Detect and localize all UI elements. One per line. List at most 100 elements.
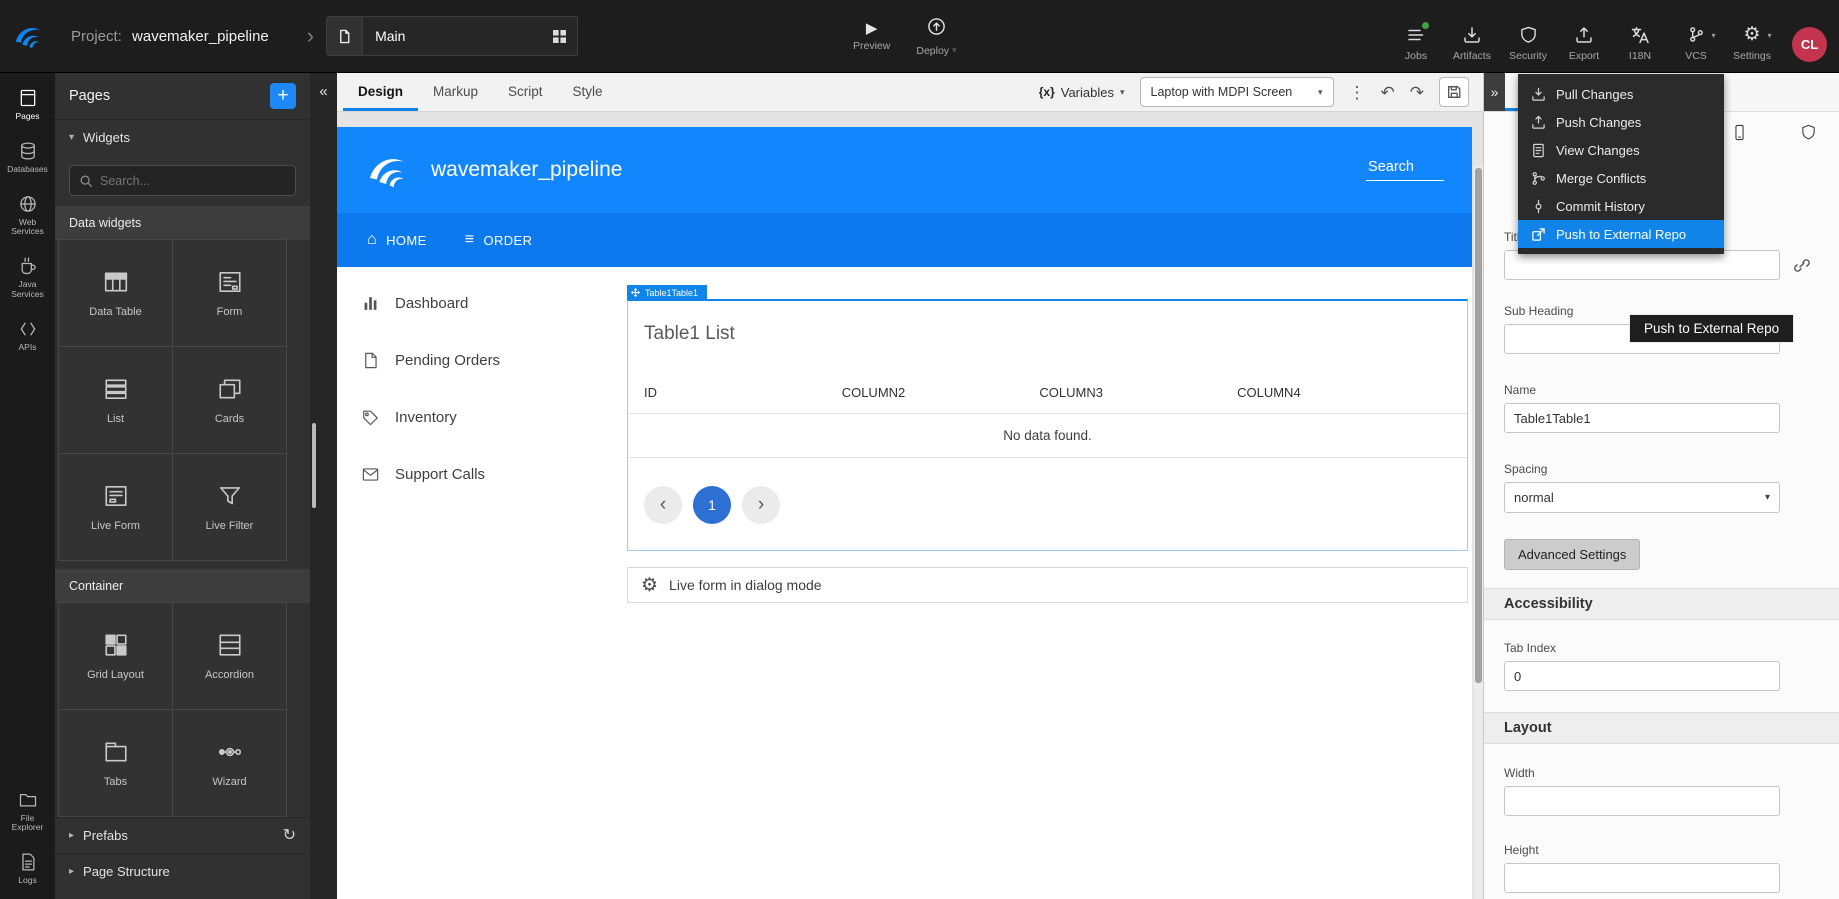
design-surface[interactable]: wavemaker_pipeline Search ⌂ HOME ≡ ORDER [337,127,1472,899]
next-page-button[interactable]: › [742,486,780,524]
selected-widget-name: Table1Table1 [645,288,698,298]
list-icon [103,376,129,402]
title-input[interactable] [1504,250,1780,280]
widget-accordion[interactable]: Accordion [172,602,287,710]
column-header[interactable]: ID [644,385,842,400]
shield-icon[interactable] [1800,124,1817,141]
variables-button[interactable]: {x} Variables ▾ [1039,85,1125,100]
canvas-scrollbar-thumb[interactable] [1475,168,1482,683]
more-options-button[interactable]: ⋮ [1349,84,1366,101]
spacing-select[interactable]: normal ▾ [1504,482,1780,513]
rail-item-file-explorer[interactable]: File Explorer [0,785,55,839]
grid-layout-icon [103,632,129,658]
widget-data-table[interactable]: Data Table [58,239,173,347]
rail-item-web-services[interactable]: Web Services [0,189,55,243]
app-side-nav: Dashboard Pending Orders I [337,267,600,603]
widget-tabs[interactable]: Tabs [58,709,173,817]
widget-wizard[interactable]: Wizard [172,709,287,817]
canvas-scrollbar[interactable] [1474,166,1483,899]
prefabs-accordion[interactable]: ▸ Prefabs ↻ [55,817,310,853]
menu-commit-history[interactable]: Commit History [1518,192,1724,220]
menu-push-changes[interactable]: Push Changes [1518,108,1724,136]
widgets-accordion[interactable]: ▾ Widgets [55,119,310,155]
tab-design[interactable]: Design [343,73,418,111]
i18n-button[interactable]: I18N [1614,25,1666,62]
device-select[interactable]: Laptop with MDPI Screen ▾ [1140,77,1334,107]
nav-order[interactable]: ≡ ORDER [465,232,533,248]
left-panel-scrollbar[interactable] [312,423,316,508]
export-button[interactable]: Export [1558,25,1610,62]
tab-script[interactable]: Script [493,73,558,111]
column-header[interactable]: COLUMN3 [1039,385,1237,400]
settings-button[interactable]: ⚙ ▾ Settings [1726,25,1778,62]
add-page-button[interactable]: + [270,83,296,109]
widget-form[interactable]: Form [172,239,287,347]
wizard-icon [217,739,243,765]
wavemaker-logo-icon[interactable] [0,0,55,73]
height-input[interactable] [1504,863,1780,893]
sidenav-dashboard[interactable]: Dashboard [337,275,600,332]
width-input[interactable] [1504,786,1780,816]
widget-live-form[interactable]: Live Form [58,453,173,561]
security-button[interactable]: Security [1502,25,1554,62]
field-name: Name [1504,383,1839,433]
user-avatar[interactable]: CL [1792,27,1827,62]
nav-home[interactable]: ⌂ HOME [367,232,427,248]
vcs-button[interactable]: ▾ VCS [1670,25,1722,62]
page-grid-icon[interactable] [553,30,566,43]
prev-page-button[interactable]: ‹ [644,486,682,524]
menu-pull-changes[interactable]: Pull Changes [1518,80,1724,108]
page-1-button[interactable]: 1 [693,486,731,524]
tab-style[interactable]: Style [558,73,618,111]
advanced-settings-button[interactable]: Advanced Settings [1504,539,1640,570]
menu-push-to-external-repo[interactable]: Push to External Repo [1518,220,1724,248]
width-label: Width [1504,766,1839,780]
preview-button[interactable]: ▶ Preview [853,21,890,52]
tabindex-input[interactable] [1504,661,1780,691]
rail-item-java-services[interactable]: Java Services [0,251,55,305]
widget-c ards[interactable]: Cards [172,346,287,454]
artifacts-button[interactable]: Artifacts [1446,25,1498,62]
widget-grid-layout[interactable]: Grid Layout [58,602,173,710]
deploy-button[interactable]: Deploy▾ [916,17,956,57]
sidenav-pending-orders[interactable]: Pending Orders [337,332,600,389]
page-selector[interactable]: Main [326,16,578,56]
view-changes-icon [1531,143,1546,158]
menu-view-changes[interactable]: View Changes [1518,136,1724,164]
refresh-icon[interactable]: ↻ [283,828,296,844]
table1-widget-selected[interactable]: Table1Table1 Table1 List ID COLUMN2 COLU… [627,299,1468,551]
rail-item-pages[interactable]: Pages [0,83,55,127]
liveform-widget[interactable]: ⚙ Live form in dialog mode [627,567,1468,603]
redo-button[interactable]: ↷ [1410,84,1424,101]
collapse-right-panel-button[interactable]: » [1484,73,1505,111]
home-icon: ⌂ [367,232,377,248]
bind-link-icon[interactable] [1793,257,1810,274]
sidenav-inventory[interactable]: Inventory [337,389,600,446]
rail-item-logs[interactable]: Logs [0,847,55,891]
export-icon [1575,25,1593,45]
section-layout: Layout [1484,712,1839,744]
app-search-link[interactable]: Search [1366,159,1444,181]
selected-widget-tag[interactable]: Table1Table1 [627,285,707,300]
save-button[interactable] [1439,77,1469,107]
topbar: Project: wavemaker_pipeline › Main ▶ Pre… [0,0,1839,73]
app-title: wavemaker_pipeline [431,158,622,182]
rail-item-databases[interactable]: Databases [0,136,55,180]
column-header[interactable]: COLUMN2 [842,385,1040,400]
widget-list[interactable]: List [58,346,173,454]
data-widgets-grid: Data Table Form List Cards Live Form Liv… [59,240,310,561]
page-structure-accordion[interactable]: ▸ Page Structure [55,853,310,889]
menu-merge-conflicts[interactable]: Merge Conflicts [1518,164,1724,192]
mobile-device-icon[interactable] [1731,124,1748,141]
sidenav-support-calls[interactable]: Support Calls [337,446,600,503]
widget-search-input[interactable] [100,174,286,188]
rail-item-apis[interactable]: APIs [0,314,55,358]
name-input[interactable] [1504,403,1780,433]
widget-live-filter[interactable]: Live Filter [172,453,287,561]
collapse-left-panel-button[interactable]: « [310,78,337,104]
undo-button[interactable]: ↶ [1381,84,1395,101]
column-header[interactable]: COLUMN4 [1237,385,1435,400]
spacing-value: normal [1514,490,1554,505]
tab-markup[interactable]: Markup [418,73,493,111]
jobs-button[interactable]: Jobs [1390,25,1442,62]
